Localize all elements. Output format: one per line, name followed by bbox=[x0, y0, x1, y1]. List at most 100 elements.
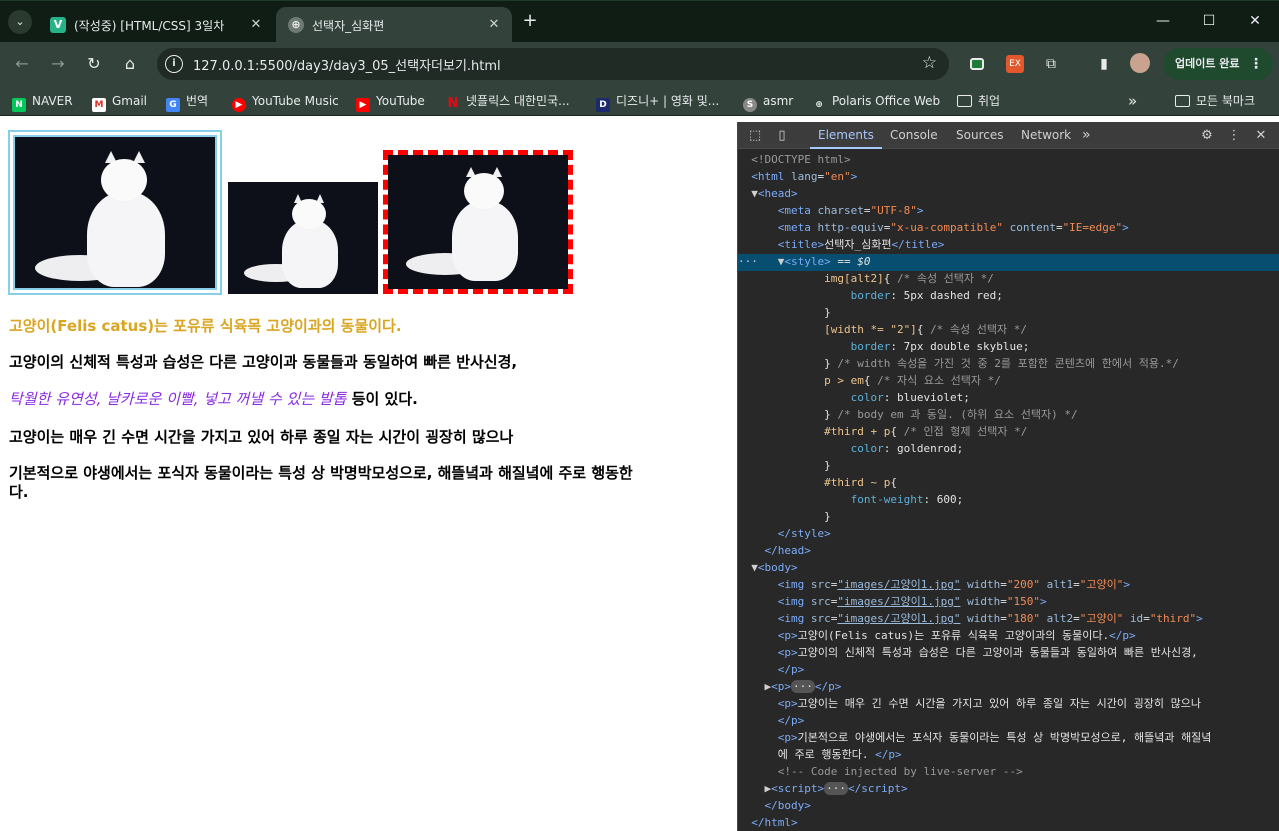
dom-line[interactable]: <img src="images/고양이1.jpg" width="150"> bbox=[738, 594, 1279, 611]
netflix-icon: N bbox=[447, 96, 459, 111]
side-panel-icon[interactable]: ▮ bbox=[1093, 53, 1115, 75]
dom-line[interactable]: border: 5px dashed red; bbox=[738, 288, 1279, 305]
dom-line[interactable]: <img src="images/고양이1.jpg" width="200" a… bbox=[738, 577, 1279, 594]
dom-line[interactable]: } bbox=[738, 458, 1279, 475]
dom-line[interactable]: img[alt2]{ /* 속성 선택자 */ bbox=[738, 271, 1279, 288]
more-bookmarks-chevron-icon[interactable]: » bbox=[1128, 93, 1137, 109]
new-tab-button[interactable]: + bbox=[520, 11, 540, 31]
dom-line[interactable]: ▶<p> ··· </p> bbox=[738, 679, 1279, 696]
dom-line[interactable]: <meta http-equiv="x-ua-compatible" conte… bbox=[738, 220, 1279, 237]
cat-image-1 bbox=[8, 130, 222, 295]
inspect-element-icon[interactable]: ⬚ bbox=[746, 127, 764, 145]
dom-line[interactable]: <p>고양이(Felis catus)는 포유류 식육목 고양이과의 동물이다.… bbox=[738, 628, 1279, 645]
bookmark-translate[interactable]: G 번역 bbox=[166, 93, 208, 112]
dom-line[interactable]: p > em{ /* 자식 요소 선택자 */ bbox=[738, 373, 1279, 390]
bookmark-netflix[interactable]: N 넷플릭스 대한민국... bbox=[446, 93, 570, 111]
dom-line[interactable]: ▶<script> ··· </script> bbox=[738, 781, 1279, 798]
folder-icon bbox=[957, 95, 972, 107]
address-bar[interactable]: i 127.0.0.1:5500/day3/day3_05_선택자더보기.htm… bbox=[157, 48, 949, 80]
dom-line[interactable]: } bbox=[738, 509, 1279, 526]
dom-line[interactable]: <p>고양이의 신체적 특성과 습성은 다른 고양이과 동물들과 동일하여 빠른… bbox=[738, 645, 1279, 662]
tab-console[interactable]: Console bbox=[890, 122, 938, 149]
dom-line[interactable]: <meta charset="UTF-8"> bbox=[738, 203, 1279, 220]
update-complete-button[interactable]: 업데이트 완료 ⋮ bbox=[1163, 48, 1273, 80]
bookmark-star-icon[interactable]: ☆ bbox=[922, 53, 937, 73]
profile-avatar[interactable] bbox=[1130, 53, 1150, 73]
bookmark-youtube[interactable]: ▶ YouTube bbox=[356, 93, 425, 112]
dom-line[interactable]: </p> bbox=[738, 662, 1279, 679]
dom-tree[interactable]: <!DOCTYPE html> <html lang="en"> ▼<head>… bbox=[738, 150, 1279, 831]
back-arrow-icon[interactable]: ← bbox=[11, 53, 33, 75]
settings-gear-icon[interactable]: ⚙ bbox=[1198, 127, 1216, 145]
dom-line[interactable]: <img src="images/고양이1.jpg" width="180" a… bbox=[738, 611, 1279, 628]
tab-active[interactable]: ⊕ 선택자_심화편 ✕ bbox=[276, 7, 512, 43]
tab-network[interactable]: Network bbox=[1021, 122, 1071, 149]
bookmark-naver[interactable]: N NAVER bbox=[12, 93, 73, 112]
dom-line[interactable]: <!-- Code injected by live-server --> bbox=[738, 764, 1279, 781]
dom-line[interactable]: color: goldenrod; bbox=[738, 441, 1279, 458]
dom-line[interactable]: #third ~ p{ bbox=[738, 475, 1279, 492]
youtube-music-icon: ▶ bbox=[232, 98, 246, 112]
extensions-puzzle-icon[interactable]: ⧉ bbox=[1040, 53, 1062, 75]
menu-dots-icon[interactable]: ⋮ bbox=[1225, 127, 1243, 145]
browser-window: ⌄ V (작성중) [HTML/CSS] 3일차 ✕ ⊕ 선택자_심화편 ✕ +… bbox=[0, 0, 1279, 831]
dom-line[interactable]: <p>고양이는 매우 긴 수면 시간을 가지고 있어 하루 종일 자는 시간이 … bbox=[738, 696, 1279, 713]
tab-sources[interactable]: Sources bbox=[956, 122, 1003, 149]
home-icon[interactable]: ⌂ bbox=[119, 53, 141, 75]
extension-flag-icon[interactable] bbox=[970, 58, 984, 70]
dom-line[interactable]: } /* body em 과 동일. (하위 요소 선택자) */ bbox=[738, 407, 1279, 424]
dom-line[interactable]: ▼<body> bbox=[738, 560, 1279, 577]
dom-line[interactable]: </style> bbox=[738, 526, 1279, 543]
devtools-tab-bar: ⬚ ▯ Elements Console Sources Network » ⚙… bbox=[738, 122, 1279, 149]
dom-line[interactable]: #third + p{ /* 인접 형제 선택자 */ bbox=[738, 424, 1279, 441]
reload-icon[interactable]: ↻ bbox=[83, 53, 105, 75]
dom-line[interactable]: <!DOCTYPE html> bbox=[738, 152, 1279, 169]
translate-icon: G bbox=[166, 98, 180, 112]
dom-line[interactable]: [width *= "2"]{ /* 속성 선택자 */ bbox=[738, 322, 1279, 339]
paragraph-5-line2: 다. bbox=[9, 483, 29, 501]
device-toolbar-icon[interactable]: ▯ bbox=[773, 127, 791, 145]
dom-line[interactable]: } /* width 속성을 가진 것 중 2를 포함한 콘텐츠에 한에서 적용… bbox=[738, 356, 1279, 373]
dom-line[interactable]: <title>선택자_심화편</title> bbox=[738, 237, 1279, 254]
tab-close-icon[interactable]: ✕ bbox=[246, 15, 266, 35]
cat-photo bbox=[228, 182, 378, 294]
dom-line[interactable]: 에 주로 행동한다. </p> bbox=[738, 747, 1279, 764]
bookmark-youtube-music[interactable]: ▶ YouTube Music bbox=[232, 93, 339, 112]
close-button[interactable]: ✕ bbox=[1240, 11, 1270, 31]
tab-inactive[interactable]: V (작성중) [HTML/CSS] 3일차 ✕ bbox=[38, 7, 274, 43]
minimize-button[interactable]: — bbox=[1148, 11, 1178, 31]
tab-close-icon[interactable]: ✕ bbox=[484, 15, 504, 35]
dom-line[interactable]: </body> bbox=[738, 798, 1279, 815]
youtube-icon: ▶ bbox=[356, 98, 370, 112]
dom-line-selected[interactable]: ··· ▼<style> == $0 bbox=[738, 254, 1279, 271]
dom-line[interactable]: ▼<head> bbox=[738, 186, 1279, 203]
dom-line[interactable]: border: 7px double skyblue; bbox=[738, 339, 1279, 356]
bookmark-gmail[interactable]: M Gmail bbox=[92, 93, 147, 112]
all-bookmarks-folder[interactable]: 모든 북마크 bbox=[1175, 93, 1255, 109]
dom-line[interactable]: } bbox=[738, 305, 1279, 322]
dom-line[interactable]: </head> bbox=[738, 543, 1279, 560]
forward-arrow-icon[interactable]: → bbox=[47, 53, 69, 75]
dom-line[interactable]: <html lang="en"> bbox=[738, 169, 1279, 186]
tab-strip: ⌄ V (작성중) [HTML/CSS] 3일차 ✕ ⊕ 선택자_심화편 ✕ +… bbox=[0, 0, 1279, 43]
menu-dots-icon[interactable]: ⋮ bbox=[1249, 48, 1263, 80]
maximize-button[interactable]: ☐ bbox=[1194, 11, 1224, 31]
bookmark-folder-jobs[interactable]: 취업 bbox=[957, 93, 1000, 109]
bookmark-asmr[interactable]: Sasmr bbox=[743, 93, 793, 112]
dom-line[interactable]: <p>기본적으로 야생에서는 포식자 동물이라는 특성 상 박명박모성으로, 해… bbox=[738, 730, 1279, 747]
dom-line[interactable]: color: blueviolet; bbox=[738, 390, 1279, 407]
dom-line[interactable]: font-weight: 600; bbox=[738, 492, 1279, 509]
cat-image-3 bbox=[383, 150, 573, 294]
close-devtools-icon[interactable]: ✕ bbox=[1252, 127, 1270, 145]
extension-ex-icon[interactable]: EX bbox=[1006, 55, 1024, 73]
bookmark-disney[interactable]: D 디즈니+ | 영화 및... bbox=[596, 93, 719, 112]
bookmark-polaris[interactable]: ⊕ Polaris Office Web bbox=[812, 93, 940, 110]
dom-line[interactable]: </html> bbox=[738, 815, 1279, 831]
tab-elements[interactable]: Elements bbox=[810, 122, 882, 149]
more-tabs-chevron-icon[interactable]: » bbox=[1082, 122, 1091, 149]
url-text[interactable]: 127.0.0.1:5500/day3/day3_05_선택자더보기.html bbox=[193, 55, 501, 74]
tab-title: 선택자_심화편 bbox=[312, 19, 385, 33]
tab-search-icon[interactable]: ⌄ bbox=[8, 10, 32, 34]
dom-line[interactable]: </p> bbox=[738, 713, 1279, 730]
site-info-icon[interactable]: i bbox=[165, 55, 183, 73]
